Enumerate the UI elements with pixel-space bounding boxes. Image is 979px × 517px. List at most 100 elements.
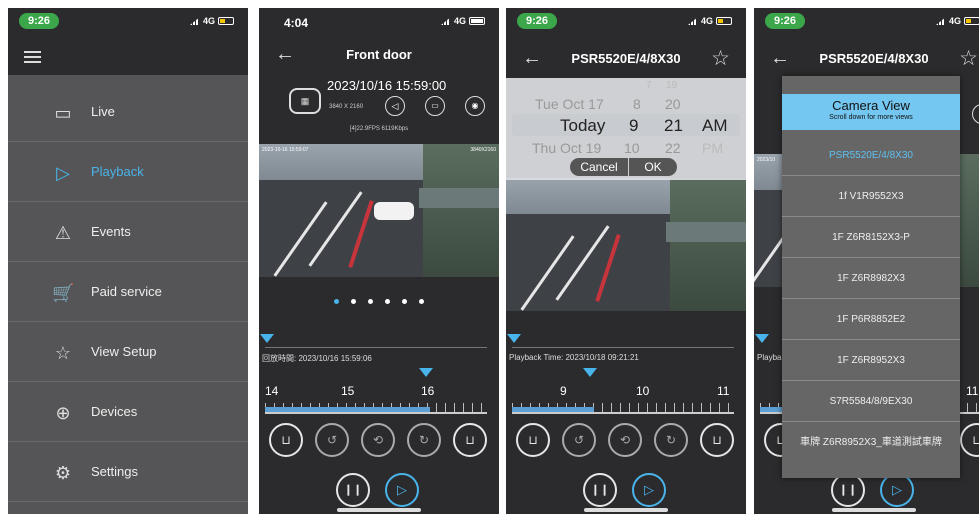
phone-screen-menu: 9:26 4G ▭ Live ▷ Playback ⚠ Events 🛒 Paid se… bbox=[8, 8, 248, 514]
live-view-icon[interactable]: ▭ bbox=[425, 96, 445, 116]
picker-minute-selected[interactable]: 21 bbox=[664, 116, 683, 136]
picker-hour[interactable]: 10 bbox=[624, 140, 640, 156]
pause-button[interactable]: ❙❙ bbox=[831, 473, 865, 507]
battery-icon bbox=[469, 17, 485, 25]
menu-item-events[interactable]: ⚠ Events bbox=[8, 202, 248, 262]
timeline-cursor[interactable] bbox=[583, 368, 597, 377]
pause-button[interactable]: ❙❙ bbox=[583, 473, 617, 507]
page-dot[interactable] bbox=[351, 299, 356, 304]
snapshot-icon[interactable]: ◉ bbox=[465, 96, 485, 116]
zoom-in-button[interactable]: ⊔ bbox=[960, 423, 979, 457]
rewind-button[interactable]: ↺ bbox=[562, 423, 596, 457]
camera-view-dropdown[interactable]: Camera View Scroll down for more views P… bbox=[782, 76, 960, 478]
page-indicator[interactable] bbox=[259, 291, 499, 309]
menu-item-view-setup[interactable]: ☆ View Setup bbox=[8, 322, 248, 382]
scene-building bbox=[423, 144, 499, 277]
menu-item-live[interactable]: ▭ Live bbox=[8, 82, 248, 142]
page-dot[interactable] bbox=[385, 299, 390, 304]
timeline-cursor[interactable] bbox=[419, 368, 433, 377]
cancel-button[interactable]: Cancel bbox=[570, 158, 628, 176]
camera-feed[interactable] bbox=[506, 178, 746, 311]
network-label: 4G bbox=[453, 16, 466, 26]
status-icons: 4G bbox=[687, 16, 732, 26]
camera-view-item[interactable]: S7R5584/8/9EX30 bbox=[782, 382, 960, 422]
forward-button[interactable]: ↻ bbox=[407, 423, 441, 457]
speed-slider[interactable] bbox=[265, 347, 487, 348]
cart-icon: 🛒 bbox=[52, 283, 75, 303]
play-button[interactable]: ▷ bbox=[385, 473, 419, 507]
timeline-tick-label: 14 bbox=[265, 384, 279, 398]
menu-item-playback[interactable]: ▷ Playback bbox=[8, 142, 248, 202]
picker-hour[interactable]: 7 bbox=[646, 80, 652, 91]
picker-day[interactable]: Thu Oct 19 bbox=[532, 140, 601, 156]
speed-slider[interactable] bbox=[512, 347, 734, 348]
rewind-button[interactable]: ↺ bbox=[315, 423, 349, 457]
speaker-icon[interactable]: ◁ bbox=[385, 96, 405, 116]
menu-item-settings[interactable]: ⚙ Settings bbox=[8, 442, 248, 502]
menu-item-label: Settings bbox=[91, 464, 138, 479]
camera-view-item[interactable]: 車牌 Z6R8952X3_車道測試車牌 bbox=[782, 423, 960, 463]
status-icons: 4G bbox=[440, 16, 485, 26]
range-marker[interactable] bbox=[507, 334, 521, 343]
range-marker[interactable] bbox=[755, 334, 769, 343]
status-icons: 4G bbox=[935, 16, 979, 26]
zoom-in-button[interactable]: ⊔ bbox=[700, 423, 734, 457]
signal-icon bbox=[935, 17, 946, 25]
zoom-out-button[interactable]: ⊔ bbox=[269, 423, 303, 457]
camera-feed[interactable]: 2023-10-16 15:59:07 3840X2160 bbox=[259, 144, 499, 277]
dropdown-header: Camera View Scroll down for more views bbox=[782, 94, 960, 130]
replay-button[interactable]: ⟲ bbox=[608, 423, 642, 457]
camera-view-item[interactable]: 1F Z6R8152X3-P bbox=[782, 218, 960, 258]
zoom-out-button[interactable]: ⊔ bbox=[516, 423, 550, 457]
grid-view-icon[interactable]: ▦ bbox=[289, 88, 321, 114]
picker-hour[interactable]: 8 bbox=[633, 96, 641, 112]
range-marker[interactable] bbox=[260, 334, 274, 343]
menu-item-label: Live bbox=[91, 104, 115, 119]
signal-icon bbox=[440, 17, 451, 25]
picker-ampm[interactable]: PM bbox=[702, 140, 723, 156]
playback-time: Playback Time: 2023/10/18 09:21:21 bbox=[509, 353, 639, 362]
camera-view-item[interactable]: 1F P6R8852E2 bbox=[782, 300, 960, 340]
picker-minute[interactable]: 20 bbox=[665, 96, 681, 112]
menu-item-devices[interactable]: ⊕ Devices bbox=[8, 382, 248, 442]
forward-button[interactable]: ↻ bbox=[654, 423, 688, 457]
battery-icon bbox=[964, 17, 979, 25]
zoom-in-button[interactable]: ⊔ bbox=[453, 423, 487, 457]
favorite-star-icon[interactable]: ☆ bbox=[959, 46, 978, 71]
status-time: 9:26 bbox=[517, 13, 558, 29]
phone-screen-picker: 9:26 4G ← PSR5520E/4/8X30 ☆ 7 19 Tue Oct… bbox=[506, 8, 746, 514]
camera-view-item[interactable]: 1F Z6R8952X3 bbox=[782, 341, 960, 381]
hamburger-menu-icon[interactable] bbox=[24, 51, 41, 63]
home-indicator bbox=[832, 508, 916, 512]
alarm-icon: ⚠ bbox=[54, 223, 72, 243]
picker-day[interactable]: Tue Oct 17 bbox=[535, 96, 604, 112]
page-title: PSR5520E/4/8X30 bbox=[819, 51, 929, 66]
play-button[interactable]: ▷ bbox=[880, 473, 914, 507]
page-dot[interactable] bbox=[402, 299, 407, 304]
picker-day-selected[interactable]: Today bbox=[560, 116, 605, 136]
menu-item-paid-service[interactable]: 🛒 Paid service bbox=[8, 262, 248, 322]
ok-button[interactable]: OK bbox=[629, 158, 677, 176]
picker-minute[interactable]: 22 bbox=[665, 140, 681, 156]
network-label: 4G bbox=[700, 16, 713, 26]
picker-hour-selected[interactable]: 9 bbox=[629, 116, 638, 136]
phone-screen-playback: 4:04 4G ← Front door ▦ 2023/10/16 15:59:… bbox=[259, 8, 499, 514]
favorite-star-icon[interactable]: ☆ bbox=[711, 46, 730, 71]
signal-icon bbox=[687, 17, 698, 25]
page-dot[interactable] bbox=[419, 299, 424, 304]
play-button[interactable]: ▷ bbox=[632, 473, 666, 507]
page-dot[interactable] bbox=[368, 299, 373, 304]
camera-view-item[interactable]: 1F Z6R8982X3 bbox=[782, 259, 960, 299]
picker-minute[interactable]: 19 bbox=[666, 80, 677, 91]
camera-view-item[interactable]: 1f V1R9552X3 bbox=[782, 177, 960, 217]
timeline-tick-label: 11 bbox=[966, 384, 979, 398]
page-dot[interactable] bbox=[334, 299, 339, 304]
pause-button[interactable]: ❙❙ bbox=[336, 473, 370, 507]
signal-icon bbox=[189, 17, 200, 25]
replay-button[interactable]: ⟲ bbox=[361, 423, 395, 457]
picker-ampm-selected[interactable]: AM bbox=[702, 116, 728, 136]
timeline[interactable]: 9 10 11 bbox=[512, 384, 734, 424]
snapshot-icon[interactable]: ◉ bbox=[972, 104, 979, 124]
camera-view-item[interactable]: PSR5520E/4/8X30 bbox=[782, 136, 960, 176]
timeline[interactable]: 14 15 16 bbox=[265, 384, 487, 424]
